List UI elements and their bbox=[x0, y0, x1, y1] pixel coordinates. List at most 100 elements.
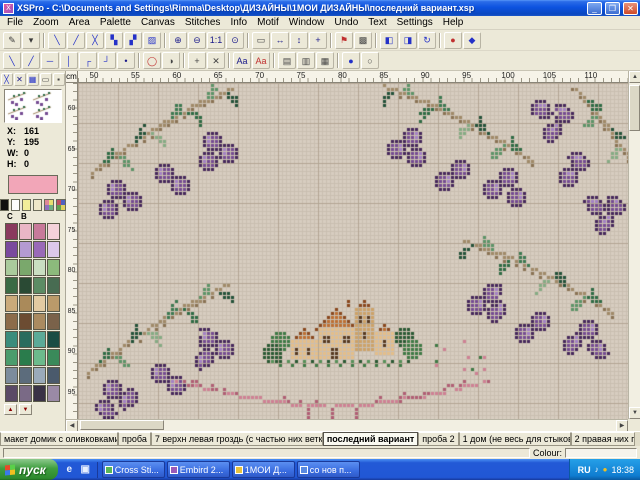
palette-color-swatch[interactable] bbox=[47, 331, 60, 348]
scroll-down-button[interactable]: ▼ bbox=[629, 407, 640, 419]
quicklaunch-desktop[interactable]: ▣ bbox=[78, 462, 93, 478]
vertical-scrollbar[interactable]: ▲ ▼ bbox=[628, 71, 640, 419]
zoom-area-tool[interactable]: ⊙ bbox=[226, 32, 244, 49]
palette-color-swatch[interactable] bbox=[47, 313, 60, 330]
minimize-button[interactable]: _ bbox=[587, 2, 602, 15]
quarter-stitch-tool[interactable]: ▚ bbox=[105, 32, 123, 49]
bead-tool[interactable]: ● bbox=[342, 52, 360, 69]
palette-color-swatch[interactable] bbox=[19, 277, 32, 294]
backstitch-horiz-tool[interactable]: ─ bbox=[41, 52, 59, 69]
menu-item-palette[interactable]: Palette bbox=[95, 17, 136, 28]
palette-color-swatch[interactable] bbox=[19, 349, 32, 366]
palette-color-swatch[interactable] bbox=[19, 259, 32, 276]
three-quarter-stitch-tool[interactable]: ▞ bbox=[124, 32, 142, 49]
menu-item-stitches[interactable]: Stitches bbox=[180, 17, 226, 28]
palette-color-swatch[interactable] bbox=[19, 331, 32, 348]
pencil-tool[interactable]: ✎ bbox=[3, 32, 21, 49]
palette-color-swatch[interactable] bbox=[19, 367, 32, 384]
palette-color-swatch[interactable] bbox=[47, 223, 60, 240]
palette-color-swatch[interactable] bbox=[47, 349, 60, 366]
menu-item-info[interactable]: Info bbox=[225, 17, 252, 28]
color-dot-tool[interactable]: ● bbox=[444, 32, 462, 49]
taskbar-task-2[interactable]: Embird 2... bbox=[167, 461, 230, 478]
panel-frame-tool[interactable]: ▭ bbox=[40, 73, 52, 86]
horizontal-scrollbar[interactable]: ◀ ▶ bbox=[66, 419, 628, 431]
palette-scroll-down[interactable]: ▼ bbox=[19, 404, 32, 415]
palette-color-swatch[interactable] bbox=[33, 331, 46, 348]
select-rect-tool[interactable]: ▭ bbox=[252, 32, 270, 49]
palette-color-swatch[interactable] bbox=[19, 223, 32, 240]
start-button[interactable]: пуск bbox=[0, 459, 58, 480]
taskbar-task-1[interactable]: Cross Sti... bbox=[102, 461, 165, 478]
palette-color-swatch[interactable] bbox=[33, 313, 46, 330]
half-stitch-fwd-tool[interactable]: ╱ bbox=[67, 32, 85, 49]
menu-item-motif[interactable]: Motif bbox=[252, 17, 284, 28]
half-tone-tool[interactable]: ◑ bbox=[162, 52, 180, 69]
selected-color-swatch[interactable] bbox=[8, 175, 58, 194]
half-stitch-back-tool[interactable]: ╲ bbox=[48, 32, 66, 49]
palette-color-swatch[interactable] bbox=[5, 277, 18, 294]
palette-color-swatch[interactable] bbox=[47, 367, 60, 384]
volume-icon[interactable]: ♪ bbox=[595, 465, 599, 474]
palette-color-swatch[interactable] bbox=[47, 259, 60, 276]
panel-cross-alt-tool[interactable]: ✕ bbox=[14, 73, 26, 86]
pattern-tab-7[interactable]: 2 правая них гр. bbox=[571, 432, 635, 446]
backstitch-vert-tool[interactable]: │ bbox=[60, 52, 78, 69]
text-cyrillic-tool[interactable]: Аа bbox=[252, 52, 270, 69]
petite-stitch-tool[interactable]: ▨ bbox=[143, 32, 161, 49]
move-horizontal-tool[interactable]: ↔ bbox=[271, 32, 289, 49]
text-latin-tool[interactable]: Aa bbox=[233, 52, 251, 69]
zoom-1to1-tool[interactable]: 1:1 bbox=[207, 32, 225, 49]
palette-color-swatch[interactable] bbox=[33, 349, 46, 366]
full-stitch-tool[interactable]: ╳ bbox=[86, 32, 104, 49]
menu-item-help[interactable]: Help bbox=[438, 17, 469, 28]
move-vertical-tool[interactable]: ↕ bbox=[290, 32, 308, 49]
outline-bead-tool[interactable]: ○ bbox=[361, 52, 379, 69]
menu-item-file[interactable]: File bbox=[2, 17, 28, 28]
palette-scroll-up[interactable]: ▲ bbox=[4, 404, 17, 415]
quick-color-swatch[interactable] bbox=[0, 199, 9, 211]
tray-status-icon[interactable]: ● bbox=[603, 465, 608, 474]
scroll-up-button[interactable]: ▲ bbox=[629, 71, 640, 83]
taskbar-task-3[interactable]: 1МОИ Д... bbox=[232, 461, 295, 478]
backstitch-corner2-tool[interactable]: ┘ bbox=[98, 52, 116, 69]
palette-color-swatch[interactable] bbox=[5, 241, 18, 258]
pattern-tab-3[interactable]: 7 верхн левая гроздь (с частью них ветки… bbox=[151, 432, 323, 446]
pattern-tab-6[interactable]: 1 дом (не весь для стыковки) bbox=[459, 432, 571, 446]
mini-palette[interactable] bbox=[56, 199, 66, 211]
pattern-tab-5[interactable]: проба 2 bbox=[418, 432, 458, 446]
palette-color-swatch[interactable] bbox=[19, 241, 32, 258]
palette-color-swatch[interactable] bbox=[33, 385, 46, 402]
horizontal-scroll-thumb[interactable] bbox=[80, 420, 164, 430]
palette-color-swatch[interactable] bbox=[5, 349, 18, 366]
mirror-vertical-tool[interactable]: ◨ bbox=[399, 32, 417, 49]
grid-toggle-tool[interactable]: ▩ bbox=[354, 32, 372, 49]
pattern-tab-2[interactable]: проба bbox=[118, 432, 151, 446]
palette-color-swatch[interactable] bbox=[5, 223, 18, 240]
menu-item-canvas[interactable]: Canvas bbox=[136, 17, 180, 28]
language-indicator[interactable]: RU bbox=[578, 465, 591, 475]
taskbar-task-4[interactable]: со нов п... bbox=[297, 461, 360, 478]
palette-color-swatch[interactable] bbox=[5, 295, 18, 312]
diamond-tool[interactable]: ◆ bbox=[463, 32, 481, 49]
rotate-tool[interactable]: ↻ bbox=[418, 32, 436, 49]
menu-item-zoom[interactable]: Zoom bbox=[28, 17, 64, 28]
vertical-scroll-thumb[interactable] bbox=[629, 85, 640, 131]
menu-item-settings[interactable]: Settings bbox=[392, 17, 438, 28]
palette-color-swatch[interactable] bbox=[47, 241, 60, 258]
grid-lines-tool[interactable]: ▤ bbox=[278, 52, 296, 69]
quick-color-swatch[interactable] bbox=[22, 199, 31, 211]
palette-color-swatch[interactable] bbox=[5, 385, 18, 402]
palette-color-swatch[interactable] bbox=[33, 367, 46, 384]
close-button[interactable]: ✕ bbox=[623, 2, 638, 15]
palette-color-swatch[interactable] bbox=[47, 277, 60, 294]
grid-full-tool[interactable]: ▦ bbox=[316, 52, 334, 69]
zoom-out-tool[interactable]: ⊖ bbox=[188, 32, 206, 49]
maximize-button[interactable]: ❐ bbox=[605, 2, 620, 15]
pattern-tab-4[interactable]: последний вариант bbox=[323, 432, 418, 446]
zoom-in-tool[interactable]: ⊕ bbox=[169, 32, 187, 49]
grid-cols-tool[interactable]: ▥ bbox=[297, 52, 315, 69]
palette-color-swatch[interactable] bbox=[33, 295, 46, 312]
palette-color-swatch[interactable] bbox=[47, 295, 60, 312]
backstitch-diag2-tool[interactable]: ╱ bbox=[22, 52, 40, 69]
